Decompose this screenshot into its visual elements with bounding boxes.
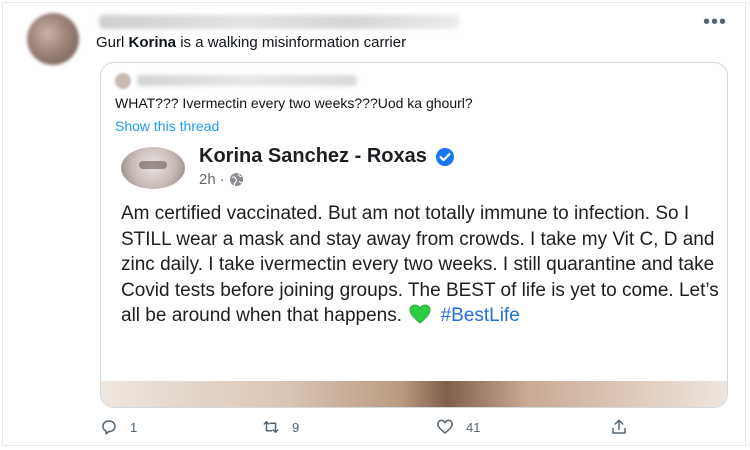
more-options-icon[interactable]: •••	[703, 11, 727, 34]
fb-post-author: Korina Sanchez - Roxas	[199, 145, 455, 168]
fb-post-hashtag[interactable]: #BestLife	[441, 305, 520, 326]
tweet-text-prefix: Gurl	[96, 34, 129, 51]
like-icon	[437, 419, 453, 434]
fb-post-photo	[101, 381, 727, 407]
retweet-button[interactable]: 9	[262, 418, 299, 436]
fb-post-body: Am certified vaccinated. But am not tota…	[121, 201, 721, 329]
blurred-username	[99, 15, 459, 29]
reply-count: 1	[130, 419, 138, 435]
tweet-text: Gurl Korina is a walking misinformation …	[96, 34, 406, 51]
reply-button[interactable]: 1	[100, 418, 137, 436]
fb-post-avatar	[121, 147, 185, 189]
retweet-icon	[263, 421, 279, 433]
quoted-avatar	[115, 73, 131, 89]
like-count: 41	[466, 419, 481, 435]
fb-post-meta: 2h ·	[199, 171, 244, 188]
share-icon	[612, 419, 626, 434]
tweet-text-suffix: is a walking misinformation carrier	[176, 34, 407, 51]
retweet-count: 9	[292, 419, 300, 435]
tweet-text-mention: Korina	[128, 34, 177, 51]
avatar[interactable]	[27, 13, 79, 65]
like-button[interactable]: 41	[436, 418, 480, 436]
share-button[interactable]	[610, 418, 628, 436]
reply-icon	[102, 420, 116, 435]
tweet-actions-bar: 1 9 41	[100, 418, 720, 440]
quoted-tweet[interactable]: WHAT??? Ivermectin every two weeks???Uod…	[100, 62, 728, 408]
fb-author-name: Korina Sanchez - Roxas	[199, 145, 427, 167]
globe-icon	[229, 172, 243, 187]
meta-separator: ·	[219, 171, 225, 188]
show-thread-link[interactable]: Show this thread	[115, 118, 219, 134]
quoted-tweet-text: WHAT??? Ivermectin every two weeks???Uod…	[115, 95, 473, 111]
quoted-blurred-username	[137, 75, 357, 86]
fb-post-time: 2h	[199, 171, 216, 188]
green-heart-icon	[409, 304, 431, 325]
verified-badge-icon	[435, 147, 454, 166]
